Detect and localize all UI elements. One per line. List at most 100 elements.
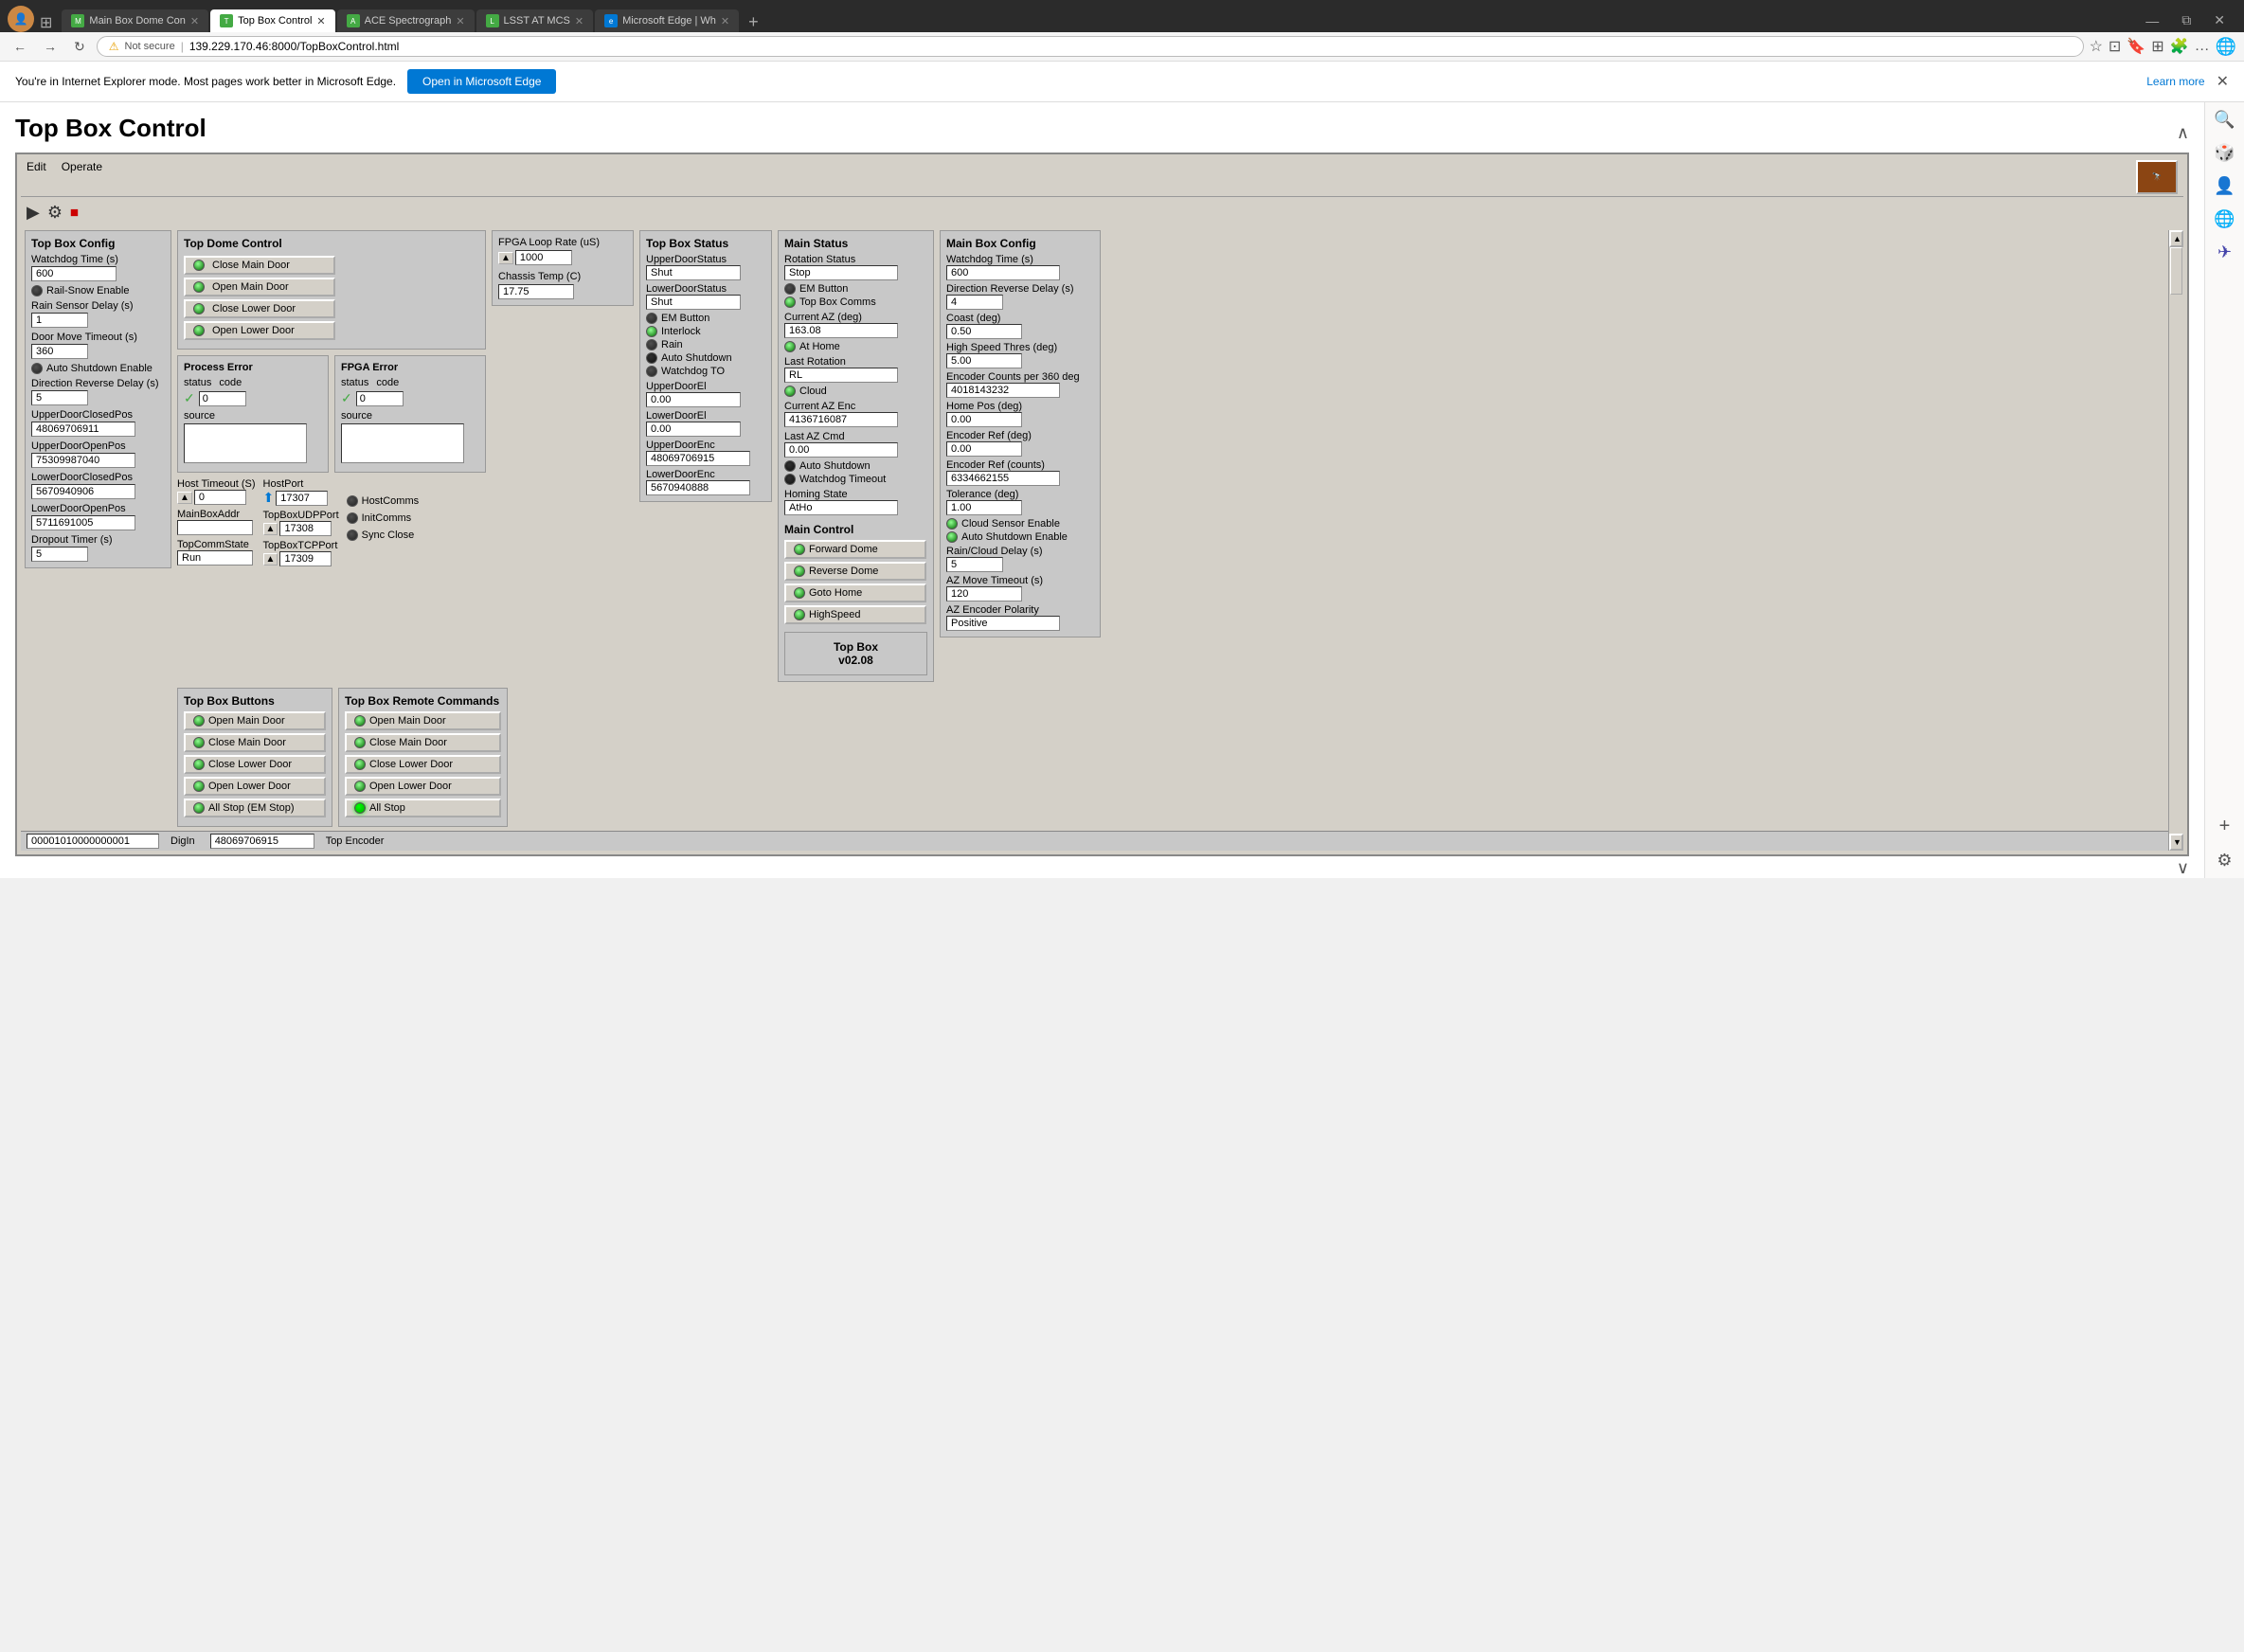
tbr-close-lower[interactable]: Close Lower Door — [345, 755, 501, 774]
reverse-dome-btn[interactable]: Reverse Dome — [784, 562, 926, 581]
lower-door-enc-val[interactable] — [646, 480, 750, 495]
lower-door-el-val[interactable] — [646, 422, 741, 437]
collections-icon[interactable]: ⊞ — [2151, 37, 2163, 56]
panel-scrollbar[interactable]: ▲ ▼ — [2168, 230, 2183, 851]
sidebar-search-icon[interactable]: 🔍 — [2214, 110, 2235, 130]
lower-door-open-input[interactable] — [31, 515, 135, 530]
udp-port-input[interactable] — [279, 521, 332, 536]
dir-reverse-input[interactable] — [31, 390, 88, 405]
mbc-rain-cloud-val[interactable] — [946, 557, 1003, 572]
extensions-icon[interactable]: 🧩 — [2170, 37, 2189, 56]
open-lower-door-btn[interactable]: Open Lower Door — [184, 321, 335, 340]
ie-banner-close[interactable]: ✕ — [2217, 72, 2229, 91]
scroll-up-icon[interactable]: ∧ — [2177, 123, 2189, 143]
lower-door-status-val[interactable] — [646, 295, 741, 310]
mbc-coast-val[interactable] — [946, 324, 1022, 339]
rain-sensor-input[interactable] — [31, 313, 88, 328]
tab-ace[interactable]: A ACE Spectrograph ✕ — [337, 9, 475, 32]
watchdog-input[interactable] — [31, 266, 117, 281]
profile-icon[interactable]: 👤 — [8, 6, 34, 32]
forward-dome-btn[interactable]: Forward Dome — [784, 540, 926, 559]
last-az-cmd-val[interactable] — [784, 442, 898, 458]
top-encoder-val[interactable] — [210, 834, 314, 849]
window-close[interactable]: ✕ — [2202, 9, 2236, 32]
favorites-bar-icon[interactable]: 🔖 — [2127, 37, 2145, 56]
tbb-close-lower[interactable]: Close Lower Door — [184, 755, 326, 774]
mbc-encoder-counts-val[interactable] — [946, 383, 1060, 398]
host-port-input[interactable] — [276, 491, 328, 506]
mbc-tolerance-val[interactable] — [946, 500, 1022, 515]
menu-edit[interactable]: Edit — [27, 160, 46, 194]
mbc-high-speed-val[interactable] — [946, 353, 1022, 368]
lower-door-closed-input[interactable] — [31, 484, 135, 499]
mbc-az-move-val[interactable] — [946, 586, 1022, 602]
pe-source-input[interactable] — [184, 423, 307, 463]
chassis-temp-input[interactable] — [498, 284, 574, 299]
tab-close-main[interactable]: ✕ — [190, 15, 199, 27]
mbc-dir-reverse-val[interactable] — [946, 295, 1003, 310]
sidebar-discover-icon[interactable]: 🌐 — [2214, 209, 2235, 229]
door-move-input[interactable] — [31, 344, 88, 359]
upper-door-status-val[interactable] — [646, 265, 741, 280]
window-restore[interactable]: ⧉ — [2170, 9, 2202, 32]
open-main-door-btn[interactable]: Open Main Door — [184, 278, 335, 296]
tab-close-ace[interactable]: ✕ — [456, 15, 464, 27]
host-timeout-input[interactable] — [194, 490, 246, 505]
current-az-enc-val[interactable] — [784, 412, 898, 427]
tab-main-box[interactable]: M Main Box Dome Con ✕ — [62, 9, 208, 32]
tcp-port-input[interactable] — [279, 551, 332, 566]
sidebar-settings-icon[interactable]: ⚙ — [2217, 851, 2232, 871]
fpga-loop-input[interactable] — [515, 250, 572, 265]
tab-edge[interactable]: e Microsoft Edge | Wh ✕ — [595, 9, 739, 32]
close-main-door-btn[interactable]: Close Main Door — [184, 256, 335, 275]
dropout-timer-input[interactable] — [31, 547, 88, 562]
rotation-status-val[interactable] — [784, 265, 898, 280]
goto-home-btn[interactable]: Goto Home — [784, 584, 926, 602]
open-in-edge-button[interactable]: Open in Microsoft Edge — [407, 69, 556, 94]
sb-thumb[interactable] — [2170, 247, 2182, 295]
tbr-open-main[interactable]: Open Main Door — [345, 711, 501, 730]
scroll-down-icon[interactable]: ∨ — [2177, 858, 2189, 878]
tbb-open-lower[interactable]: Open Lower Door — [184, 777, 326, 796]
mbc-watchdog-val[interactable] — [946, 265, 1060, 280]
upper-door-enc-val[interactable] — [646, 451, 750, 466]
sb-up-btn[interactable]: ▲ — [2169, 230, 2183, 247]
upper-door-open-input[interactable] — [31, 453, 135, 468]
toolbar-stop-icon[interactable]: ⏹ — [70, 203, 79, 223]
new-tab-button[interactable]: + — [741, 12, 766, 32]
tbb-all-stop[interactable]: All Stop (EM Stop) — [184, 799, 326, 817]
sb-down-btn[interactable]: ▼ — [2169, 834, 2183, 851]
favorites-icon[interactable]: ☆ — [2090, 37, 2103, 56]
mbc-encoder-ref-deg-val[interactable] — [946, 441, 1022, 457]
tab-lsst[interactable]: L LSST AT MCS ✕ — [476, 9, 594, 32]
tbb-open-main[interactable]: Open Main Door — [184, 711, 326, 730]
upper-door-el-val[interactable] — [646, 392, 741, 407]
tbr-all-stop[interactable]: All Stop — [345, 799, 501, 817]
fe-source-input[interactable] — [341, 423, 464, 463]
homing-state-val[interactable] — [784, 500, 898, 515]
tab-top-box[interactable]: T Top Box Control ✕ — [210, 9, 334, 32]
upper-door-closed-input[interactable] — [31, 422, 135, 437]
high-speed-btn[interactable]: HighSpeed — [784, 605, 926, 624]
mbc-home-pos-val[interactable] — [946, 412, 1022, 427]
learn-more-link[interactable]: Learn more — [2146, 75, 2204, 88]
sidebar-plus-icon[interactable]: + — [2219, 816, 2231, 837]
address-bar[interactable]: ⚠ Not secure | 139.229.170.46:8000/TopBo… — [97, 36, 2084, 57]
reload-button[interactable]: ↻ — [68, 37, 91, 57]
tab-close-top[interactable]: ✕ — [316, 15, 325, 27]
spinbox-down-icon[interactable]: ▲ — [177, 492, 192, 504]
tab-close-edge[interactable]: ✕ — [721, 15, 729, 27]
mbc-encoder-ref-counts-val[interactable] — [946, 471, 1060, 486]
last-rotation-val[interactable] — [784, 368, 898, 383]
menu-operate[interactable]: Operate — [62, 160, 102, 194]
more-tools-icon[interactable]: … — [2195, 38, 2210, 55]
tab-sidebar-icon[interactable]: ⊞ — [40, 13, 52, 32]
toolbar-run-icon[interactable]: ▶ — [27, 203, 40, 223]
current-az-val[interactable] — [784, 323, 898, 338]
forward-button[interactable]: → — [38, 37, 63, 56]
pe-code-input[interactable] — [199, 391, 246, 406]
close-lower-door-btn[interactable]: Close Lower Door — [184, 299, 335, 318]
sidebar-tools-icon[interactable]: ✈ — [2217, 242, 2232, 262]
fe-code-input[interactable] — [356, 391, 404, 406]
tbr-close-main[interactable]: Close Main Door — [345, 733, 501, 752]
